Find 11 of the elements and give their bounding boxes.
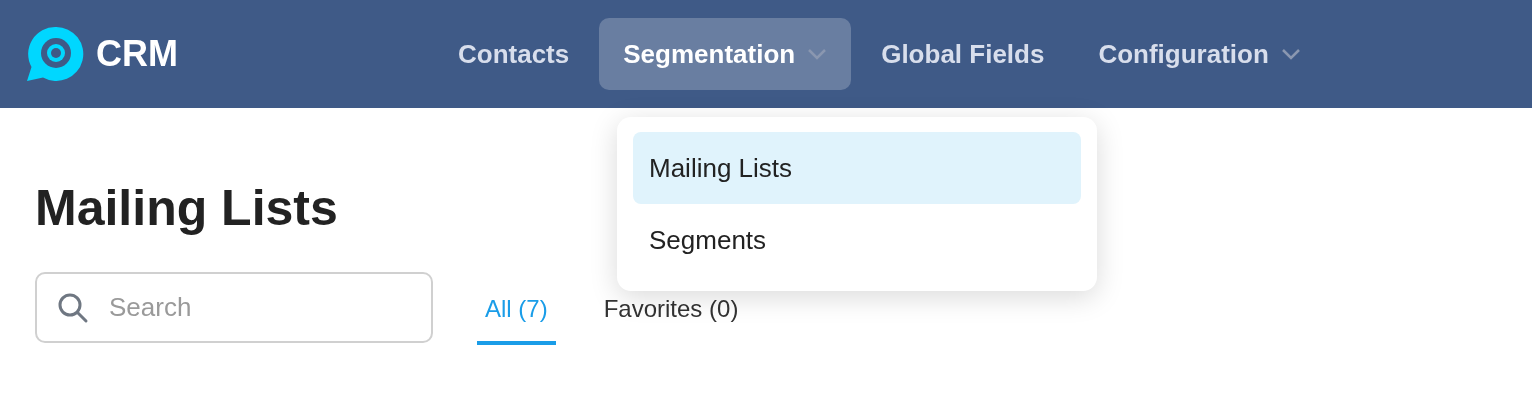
- logo-text: CRM: [96, 33, 178, 75]
- logo-icon: [26, 24, 86, 84]
- nav-item[interactable]: Contacts: [434, 18, 594, 90]
- search-field[interactable]: Search: [35, 272, 433, 343]
- page-title: Mailing Lists: [35, 179, 338, 238]
- nav-item[interactable]: Configuration: [1074, 18, 1325, 90]
- menu-item[interactable]: Mailing Lists: [633, 132, 1081, 204]
- search-icon: [57, 292, 89, 324]
- nav-item[interactable]: Global Fields: [857, 18, 1069, 90]
- tab[interactable]: All (7): [477, 270, 556, 345]
- nav-item[interactable]: Segmentation: [599, 18, 852, 90]
